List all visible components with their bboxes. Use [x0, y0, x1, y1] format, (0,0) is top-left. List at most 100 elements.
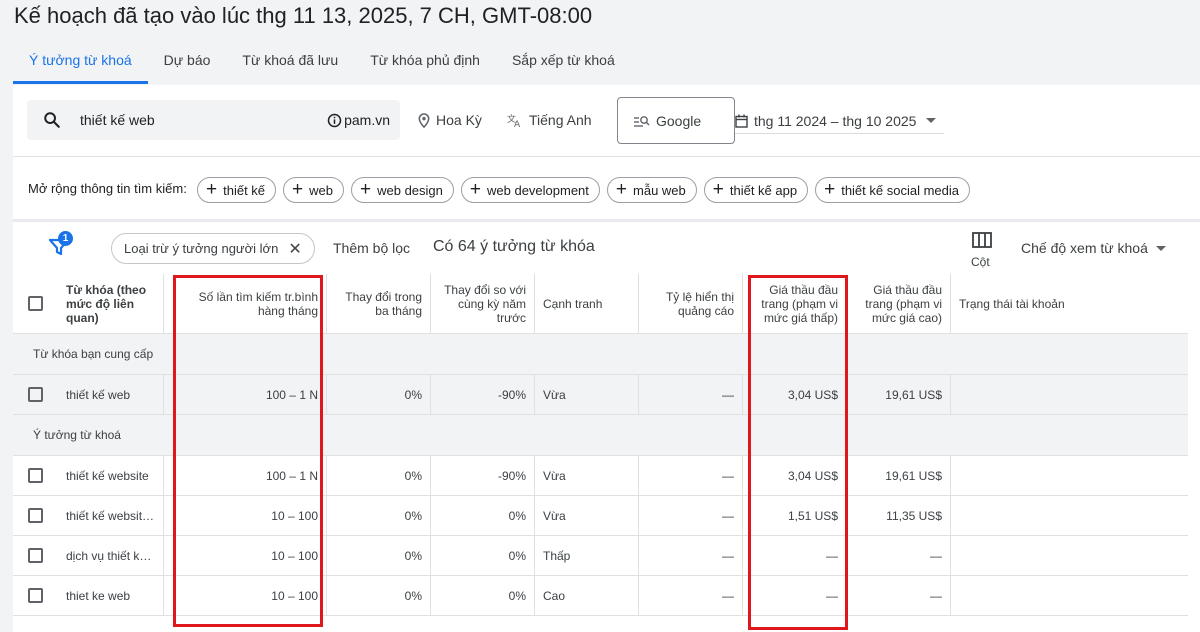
section-divider [13, 219, 1200, 222]
chip-web[interactable]: + web [283, 177, 344, 203]
chip-thiet-ke-app[interactable]: + thiết kế app [703, 177, 809, 203]
tab-keyword-ideas[interactable]: Ý tưởng từ khoá [13, 42, 148, 84]
row-checkbox[interactable] [28, 468, 43, 483]
bid-high-cell: — [847, 536, 951, 575]
competition-cell: Thấp [535, 536, 639, 575]
location-filter[interactable]: Hoa Kỳ [418, 112, 482, 128]
impression-share-cell: — [639, 375, 743, 414]
search-network-icon [634, 115, 650, 127]
bid-high-cell: 11,35 US$ [847, 496, 951, 535]
col-avg-searches[interactable]: Số lần tìm kiếm tr.bình hàng tháng [164, 274, 327, 333]
date-range-picker[interactable]: thg 11 2024 – thg 10 2025 [735, 108, 944, 134]
plus-icon: + [360, 178, 372, 200]
searches-cell: 10 – 100 [164, 496, 327, 535]
group-keyword-ideas: Ý tưởng từ khoá [13, 415, 1188, 456]
view-mode-dropdown[interactable]: Chế độ xem từ khoá [1021, 240, 1166, 256]
row-checkbox-cell [13, 536, 58, 575]
impression-share-cell: — [639, 496, 743, 535]
row-checkbox[interactable] [28, 508, 43, 523]
tab-negative-keywords[interactable]: Từ khóa phủ định [354, 42, 496, 84]
col-account-status[interactable]: Trạng thái tài khoản [951, 274, 1188, 333]
chip-mau-web[interactable]: + mẫu web [606, 177, 697, 203]
keyword-table: Từ khóa (theo mức độ liên quan) Số lần t… [13, 274, 1188, 616]
col-impression-share[interactable]: Tỷ lệ hiển thị quảng cáo [639, 274, 743, 333]
keyword-cell: thiết kế websit… [58, 496, 164, 535]
impression-share-cell: — [639, 536, 743, 575]
yoy-cell: 0% [431, 536, 535, 575]
impression-share-cell: — [639, 576, 743, 615]
status-cell [951, 496, 1188, 535]
exclude-adult-chip[interactable]: Loại trừ ý tưởng người lớn ✕ [111, 233, 315, 264]
network-label: Google [656, 112, 702, 129]
close-icon[interactable]: ✕ [288, 239, 301, 259]
plus-icon: + [824, 178, 836, 200]
searches-cell: 100 – 1 N [164, 375, 327, 414]
row-checkbox-cell [13, 456, 58, 495]
searches-cell: 10 – 100 [164, 536, 327, 575]
status-cell [951, 456, 1188, 495]
impression-share-cell: — [639, 456, 743, 495]
row-checkbox-cell [13, 375, 58, 414]
tab-forecast[interactable]: Dự báo [148, 42, 227, 84]
three-month-cell: 0% [327, 576, 431, 615]
col-bid-high[interactable]: Giá thầu đầu trang (phạm vi mức giá cao) [847, 274, 951, 333]
bid-low-cell: — [743, 536, 847, 575]
tab-group-keywords[interactable]: Sắp xếp từ khoá [496, 42, 631, 84]
status-cell [951, 576, 1188, 615]
columns-label[interactable]: Cột [971, 255, 990, 269]
location-pin-icon [418, 112, 430, 128]
yoy-cell: -90% [431, 375, 535, 414]
tab-saved-keywords[interactable]: Từ khoá đã lưu [226, 42, 354, 84]
status-cell [951, 375, 1188, 414]
chip-thiet-ke[interactable]: + thiết kế [197, 177, 277, 203]
language-filter[interactable]: 文A Tiếng Anh [507, 112, 592, 128]
network-filter[interactable]: Google [617, 97, 735, 144]
chip-web-development[interactable]: + web development [460, 177, 600, 203]
search-input[interactable]: thiết kế web pam.vn [27, 100, 400, 140]
col-yoy-change[interactable]: Thay đổi so với cùng kỳ năm trước [431, 274, 535, 333]
three-month-cell: 0% [327, 536, 431, 575]
chip-label: mẫu web [633, 182, 686, 198]
columns-icon[interactable] [971, 232, 993, 253]
yoy-cell: -90% [431, 456, 535, 495]
language-label: Tiếng Anh [529, 112, 592, 128]
table-header: Từ khóa (theo mức độ liên quan) Số lần t… [13, 274, 1188, 334]
keyword-cell: thiet ke web [58, 576, 164, 615]
chip-thiet-ke-social-media[interactable]: + thiết kế social media [815, 177, 970, 203]
row-checkbox[interactable] [28, 548, 43, 563]
col-keyword[interactable]: Từ khóa (theo mức độ liên quan) [58, 274, 164, 333]
chip-label: thiết kế social media [841, 182, 959, 198]
col-bid-low[interactable]: Giá thầu đầu trang (phạm vi mức giá thấp… [743, 274, 847, 333]
competition-cell: Vừa [535, 496, 639, 535]
chevron-down-icon [1155, 245, 1166, 251]
col-competition[interactable]: Cạnh tranh [535, 274, 639, 333]
plus-icon: + [469, 178, 481, 200]
expand-search-label: Mở rộng thông tin tìm kiếm: [28, 181, 187, 196]
select-all-checkbox[interactable] [28, 296, 43, 311]
site-filter[interactable]: pam.vn [327, 112, 390, 128]
search-query: thiết kế web [80, 112, 155, 128]
search-icon [43, 111, 61, 134]
three-month-cell: 0% [327, 456, 431, 495]
competition-cell: Vừa [535, 456, 639, 495]
group-provided-keywords: Từ khóa bạn cung cấp [13, 334, 1188, 375]
row-checkbox[interactable] [28, 588, 43, 603]
page-title: Kế hoạch đã tạo vào lúc thg 11 13, 2025,… [14, 3, 593, 28]
row-checkbox[interactable] [28, 387, 43, 402]
table-row: thiết kế web 100 – 1 N 0% -90% Vừa — 3,0… [13, 375, 1188, 415]
col-three-month-change[interactable]: Thay đổi trong ba tháng [327, 274, 431, 333]
add-filter-button[interactable]: Thêm bộ lọc [333, 240, 410, 256]
date-range-label: thg 11 2024 – thg 10 2025 [754, 112, 917, 129]
searches-cell: 100 – 1 N [164, 456, 327, 495]
bid-low-cell: 3,04 US$ [743, 375, 847, 414]
chip-web-design[interactable]: + web design [351, 177, 454, 203]
chip-label: web development [487, 182, 589, 198]
table-row: dịch vụ thiết k… 10 – 100 0% 0% Thấp — —… [13, 536, 1188, 576]
keyword-cell: thiết kế web [58, 375, 164, 414]
three-month-cell: 0% [327, 496, 431, 535]
competition-cell: Vừa [535, 375, 639, 414]
table-row: thiet ke web 10 – 100 0% 0% Cao — — — [13, 576, 1188, 616]
suggestion-chips: + thiết kế + web + web design + web developm… [197, 177, 970, 203]
tab-bar: Ý tưởng từ khoá Dự báo Từ khoá đã lưu Từ… [13, 42, 631, 84]
bid-low-cell: 1,51 US$ [743, 496, 847, 535]
